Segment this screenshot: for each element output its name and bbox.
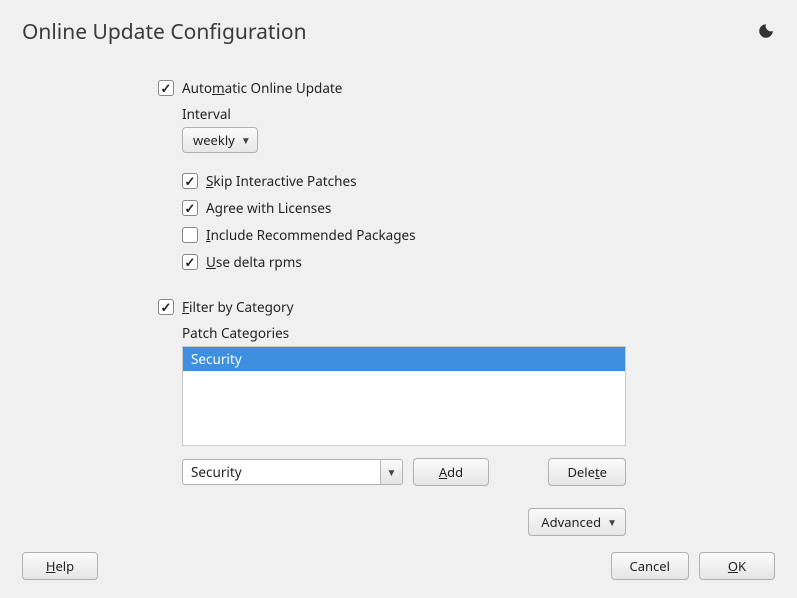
page-title: Online Update Configuration [22, 18, 307, 46]
interval-combo[interactable]: weekly ▼ [182, 127, 258, 153]
delete-button[interactable]: Delete [548, 458, 626, 486]
theme-toggle-icon[interactable] [757, 22, 775, 40]
patch-categories-label: Patch Categories [182, 324, 775, 342]
ok-button[interactable]: OK [699, 552, 775, 580]
use-delta-rpms-checkbox[interactable] [182, 254, 198, 270]
help-button[interactable]: Help [22, 552, 98, 580]
filter-category-checkbox[interactable] [158, 299, 174, 315]
skip-interactive-label: Skip Interactive Patches [206, 172, 357, 190]
advanced-label: Advanced [541, 513, 601, 531]
list-item[interactable]: Security [183, 347, 625, 371]
include-recommended-checkbox[interactable] [182, 227, 198, 243]
use-delta-rpms-label: Use delta rpms [206, 253, 302, 271]
advanced-button[interactable]: Advanced ▼ [528, 508, 626, 536]
interval-label: Interval [182, 105, 775, 123]
automatic-update-label: Automatic Online Update [182, 79, 342, 97]
chevron-down-icon: ▼ [241, 133, 251, 147]
chevron-down-icon[interactable]: ▼ [380, 460, 402, 484]
category-combo[interactable]: Security ▼ [182, 459, 403, 485]
include-recommended-label: Include Recommended Packages [206, 226, 416, 244]
interval-value: weekly [193, 131, 235, 149]
agree-licenses-checkbox[interactable] [182, 200, 198, 216]
skip-interactive-checkbox[interactable] [182, 173, 198, 189]
filter-category-label: Filter by Category [182, 298, 294, 316]
cancel-button[interactable]: Cancel [611, 552, 689, 580]
chevron-down-icon: ▼ [607, 515, 617, 529]
automatic-update-checkbox[interactable] [158, 80, 174, 96]
add-button[interactable]: Add [413, 458, 489, 486]
patch-categories-listbox[interactable]: Security [182, 346, 626, 446]
agree-licenses-label: Agree with Licenses [206, 199, 331, 217]
category-combo-value: Security [183, 463, 380, 481]
